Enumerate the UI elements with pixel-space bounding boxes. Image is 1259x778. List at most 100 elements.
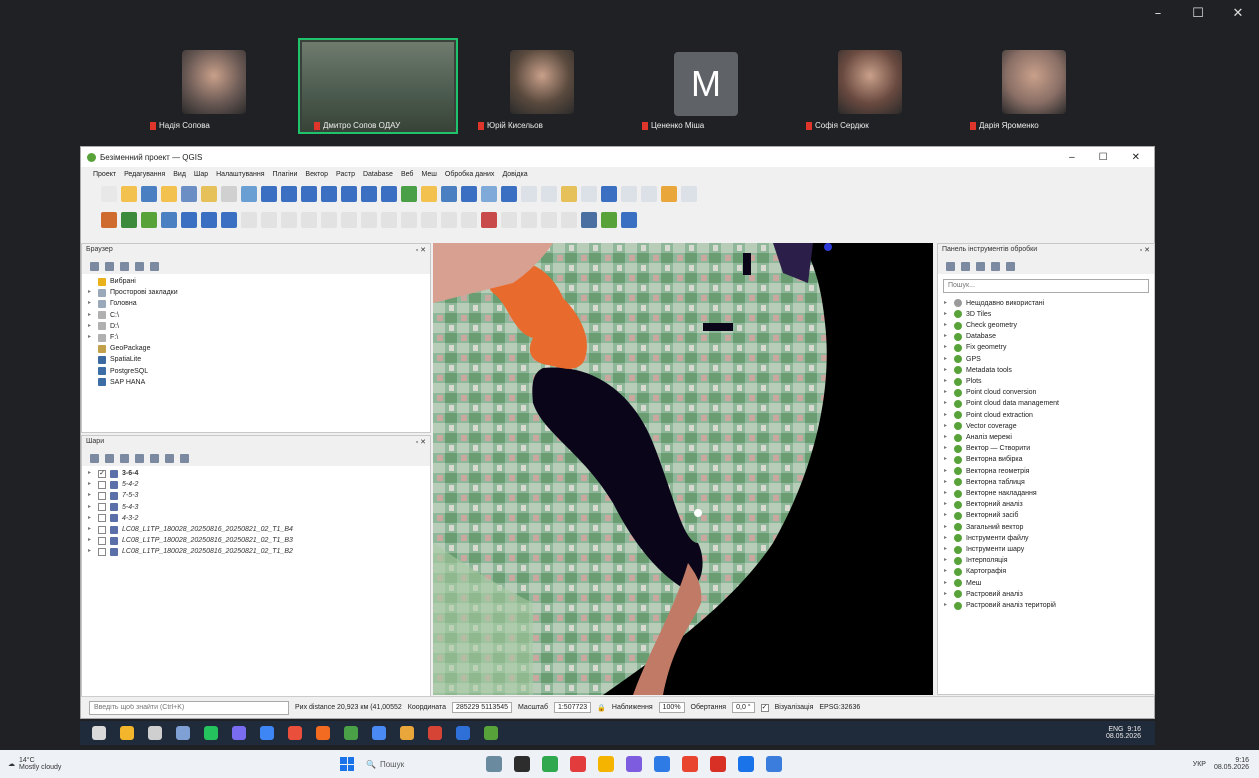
layer-item[interactable]: ▸ ✓ 3-6-4 bbox=[88, 468, 424, 479]
expand-arrow-icon[interactable]: ▸ bbox=[944, 454, 950, 465]
filter-icon[interactable] bbox=[120, 261, 129, 271]
toolbar-tool-icon[interactable] bbox=[181, 186, 197, 202]
participant-tile[interactable]: Надія Сопова bbox=[136, 40, 292, 132]
toolbar-tool-icon[interactable] bbox=[321, 212, 337, 228]
processing-group[interactable]: ▸ Векторний аналіз bbox=[944, 499, 1148, 510]
expand-arrow-icon[interactable]: ▸ bbox=[944, 555, 950, 566]
taskbar-app-icon[interactable] bbox=[344, 726, 358, 740]
expand-arrow-icon[interactable]: ▸ bbox=[88, 310, 94, 321]
expand-icon[interactable] bbox=[150, 453, 159, 463]
taskbar-app-icon[interactable] bbox=[514, 756, 530, 772]
processing-group[interactable]: ▸ Векторна геометрія bbox=[944, 466, 1148, 477]
processing-group[interactable]: ▸ Аналіз мережі bbox=[944, 432, 1148, 443]
expand-arrow-icon[interactable]: ▸ bbox=[944, 510, 950, 521]
lock-icon[interactable]: 🔒 bbox=[597, 704, 606, 712]
edit-icon[interactable] bbox=[991, 261, 1000, 271]
expand-arrow-icon[interactable]: ▸ bbox=[88, 513, 94, 524]
expand-arrow-icon[interactable]: ▸ bbox=[88, 468, 94, 479]
expand-arrow-icon[interactable]: ▸ bbox=[88, 332, 94, 343]
expand-arrow-icon[interactable]: ▸ bbox=[944, 566, 950, 577]
python-icon[interactable] bbox=[946, 261, 955, 271]
panel-close-icon[interactable]: ▫ ✕ bbox=[1140, 246, 1150, 256]
expand-arrow-icon[interactable]: ▸ bbox=[944, 320, 950, 331]
processing-search-input[interactable] bbox=[943, 278, 1149, 293]
browser-item[interactable]: SAP HANA bbox=[88, 377, 424, 388]
toolbar-tool-icon[interactable] bbox=[581, 212, 597, 228]
toolbar-tool-icon[interactable] bbox=[421, 212, 437, 228]
processing-group[interactable]: ▸ Check geometry bbox=[944, 320, 1148, 331]
history-icon[interactable] bbox=[961, 261, 970, 271]
toolbar-tool-icon[interactable] bbox=[241, 186, 257, 202]
menu-item[interactable]: Вектор bbox=[305, 171, 328, 178]
toolbar-tool-icon[interactable] bbox=[261, 186, 277, 202]
toolbar-tool-icon[interactable] bbox=[161, 186, 177, 202]
layer-item[interactable]: ▸ LC08_L1TP_180028_20250816_20250821_02_T… bbox=[88, 524, 424, 535]
taskbar-app-icon[interactable] bbox=[428, 726, 442, 740]
crs-button[interactable]: EPSG:32636 bbox=[819, 704, 860, 711]
maximize-icon[interactable]: ☐ bbox=[1189, 6, 1207, 21]
processing-group[interactable]: ▸ Загальний вектор bbox=[944, 522, 1148, 533]
layer-item[interactable]: ▸ LC08_L1TP_180028_20250816_20250821_02_T… bbox=[88, 535, 424, 546]
processing-group[interactable]: ▸ GPS bbox=[944, 354, 1148, 365]
processing-group[interactable]: ▸ Векторний засіб bbox=[944, 510, 1148, 521]
layer-item[interactable]: ▸ 5-4-3 bbox=[88, 502, 424, 513]
style-icon[interactable] bbox=[90, 453, 99, 463]
expand-arrow-icon[interactable]: ▸ bbox=[88, 287, 94, 298]
toolbar-tool-icon[interactable] bbox=[401, 186, 417, 202]
refresh-icon[interactable] bbox=[105, 261, 114, 271]
toolbar-tool-icon[interactable] bbox=[441, 212, 457, 228]
toolbar-tool-icon[interactable] bbox=[601, 212, 617, 228]
toolbar-tool-icon[interactable] bbox=[461, 212, 477, 228]
taskbar-app-icon[interactable] bbox=[456, 726, 470, 740]
toolbar-tool-icon[interactable] bbox=[261, 212, 277, 228]
layer-visibility-checkbox[interactable]: ✓ bbox=[98, 469, 106, 478]
toolbar-tool-icon[interactable] bbox=[221, 212, 237, 228]
windows-start-icon[interactable] bbox=[340, 757, 354, 771]
taskbar-app-icon[interactable] bbox=[204, 726, 218, 740]
participant-tile[interactable]: Дмитро Сопов ОДАУ bbox=[298, 38, 458, 134]
processing-group[interactable]: ▸ Векторна вибірка bbox=[944, 454, 1148, 465]
processing-group[interactable]: ▸ Векторне накладання bbox=[944, 488, 1148, 499]
expand-arrow-icon[interactable]: ▸ bbox=[88, 479, 94, 490]
processing-group[interactable]: ▸ Інструменти файлу bbox=[944, 533, 1148, 544]
expand-arrow-icon[interactable]: ▸ bbox=[944, 298, 950, 309]
info-icon[interactable] bbox=[150, 261, 159, 271]
processing-group[interactable]: ▸ Vector coverage bbox=[944, 421, 1148, 432]
processing-group[interactable]: ▸ Metadata tools bbox=[944, 365, 1148, 376]
minimize-icon[interactable]: – bbox=[1069, 152, 1075, 163]
layer-visibility-checkbox[interactable] bbox=[98, 514, 106, 523]
add-icon[interactable] bbox=[90, 261, 99, 271]
locator-input[interactable] bbox=[89, 700, 289, 715]
collapse-icon[interactable] bbox=[135, 261, 144, 271]
browser-item[interactable]: ▸ C:\ bbox=[88, 310, 424, 321]
processing-group[interactable]: ▸ Plots bbox=[944, 376, 1148, 387]
browser-item[interactable]: ▸ Просторові закладки bbox=[88, 287, 424, 298]
rotation-field[interactable]: 0,0 ° bbox=[732, 702, 755, 713]
toolbar-tool-icon[interactable] bbox=[481, 212, 497, 228]
menu-item[interactable]: Шар bbox=[194, 171, 208, 178]
participant-tile[interactable]: M Цененко Міша bbox=[628, 40, 784, 132]
participant-tile[interactable]: Юрій Кисельов bbox=[464, 40, 620, 132]
toolbar-tool-icon[interactable] bbox=[121, 212, 137, 228]
layer-item[interactable]: ▸ LC08_L1TP_180028_20250816_20250821_02_T… bbox=[88, 546, 424, 557]
add-group-icon[interactable] bbox=[105, 453, 114, 463]
expand-arrow-icon[interactable]: ▸ bbox=[944, 499, 950, 510]
panel-close-icon[interactable]: ▫ ✕ bbox=[416, 438, 426, 448]
coord-field[interactable]: 285229 5113545 bbox=[451, 702, 513, 713]
expand-arrow-icon[interactable]: ▸ bbox=[944, 354, 950, 365]
processing-group[interactable]: ▸ Database bbox=[944, 331, 1148, 342]
expand-arrow-icon[interactable]: ▸ bbox=[944, 331, 950, 342]
filter-icon[interactable] bbox=[135, 453, 144, 463]
toolbar-tool-icon[interactable] bbox=[601, 186, 617, 202]
toolbar-tool-icon[interactable] bbox=[181, 212, 197, 228]
toolbar-tool-icon[interactable] bbox=[621, 212, 637, 228]
toolbar-tool-icon[interactable] bbox=[221, 186, 237, 202]
minimize-icon[interactable]: – bbox=[1149, 6, 1167, 21]
expand-arrow-icon[interactable]: ▸ bbox=[944, 466, 950, 477]
toolbar-tool-icon[interactable] bbox=[461, 186, 477, 202]
results-icon[interactable] bbox=[976, 261, 985, 271]
expand-arrow-icon[interactable]: ▸ bbox=[944, 387, 950, 398]
toolbar-tool-icon[interactable] bbox=[381, 186, 397, 202]
toolbar-tool-icon[interactable] bbox=[561, 186, 577, 202]
taskbar-app-icon[interactable] bbox=[316, 726, 330, 740]
